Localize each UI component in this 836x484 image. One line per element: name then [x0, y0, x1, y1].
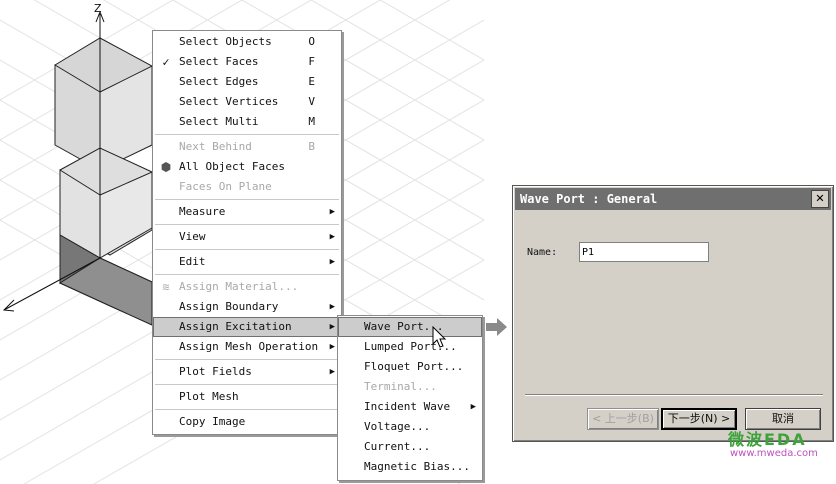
menu-item-label: Edit	[179, 255, 206, 268]
submenu-arrow-icon: ▶	[470, 402, 476, 412]
material-icon: ≋	[162, 280, 170, 294]
menu-item-select-faces[interactable]: ✓ Select Faces F	[153, 52, 341, 72]
next-button[interactable]: 下一步(N) >	[661, 408, 737, 430]
menu-item-shortcut: M	[308, 115, 315, 128]
menu-item-all-object-faces[interactable]: ⬢ All Object Faces	[153, 157, 341, 177]
menu-item-view[interactable]: View ▶	[153, 227, 341, 247]
menu-separator	[155, 274, 339, 275]
menu-item-shortcut: B	[308, 140, 315, 153]
menu-item-assign-mesh-operation[interactable]: Assign Mesh Operation ▶	[153, 337, 341, 357]
menu-item-assign-boundary[interactable]: Assign Boundary ▶	[153, 297, 341, 317]
menu-item-select-vertices[interactable]: Select Vertices V	[153, 92, 341, 112]
menu-item-label: Faces On Plane	[179, 180, 272, 193]
menu-separator	[155, 134, 339, 135]
menu-item-label: Assign Material...	[179, 280, 299, 293]
button-separator	[525, 394, 823, 396]
flow-arrow-icon	[486, 318, 507, 336]
submenu-arrow-icon: ▶	[329, 322, 335, 332]
menu-separator	[155, 409, 339, 410]
menu-item-label: View	[179, 230, 206, 243]
menu-item-plot-fields[interactable]: Plot Fields ▶	[153, 362, 341, 382]
submenu-arrow-icon: ▶	[329, 367, 335, 377]
menu-item-measure[interactable]: Measure ▶	[153, 202, 341, 222]
watermark-url: www.mweda.com	[730, 448, 818, 459]
back-button[interactable]: < 上一步(B)	[587, 408, 659, 430]
menu-item-copy-image[interactable]: Copy Image	[153, 412, 341, 432]
submenu-arrow-icon: ▶	[329, 342, 335, 352]
menu-item-label: Select Edges	[179, 75, 259, 88]
menu-item-label: Next Behind	[179, 140, 252, 153]
cube-icon: ⬢	[160, 160, 172, 174]
menu-separator	[155, 384, 339, 385]
menu-item-shortcut: V	[308, 95, 315, 108]
menu-item-label: Select Objects	[179, 35, 272, 48]
menu-item-label: Assign Boundary	[179, 300, 279, 313]
wave-port-dialog: Wave Port : General ✕ Name: < 上一步(B) 下一步…	[512, 185, 834, 442]
submenu-arrow-icon: ▶	[329, 257, 335, 267]
menu-item-assign-material: ≋ Assign Material...	[153, 277, 341, 297]
submenu-arrow-icon: ▶	[329, 207, 335, 217]
close-icon: ✕	[815, 190, 825, 206]
menu-item-label: Copy Image	[179, 415, 246, 428]
menu-item-shortcut: F	[308, 55, 315, 68]
menu-item-lumped-port[interactable]: Lumped Port...	[338, 337, 482, 357]
menu-item-label: Current...	[364, 440, 431, 453]
menu-separator	[155, 224, 339, 225]
menu-item-edit[interactable]: Edit ▶	[153, 252, 341, 272]
menu-item-floquet-port[interactable]: Floquet Port...	[338, 357, 482, 377]
dialog-title: Wave Port : General	[520, 192, 658, 206]
excitation-submenu: Wave Port... Lumped Port... Floquet Port..…	[337, 315, 483, 481]
menu-item-label: Plot Fields	[179, 365, 252, 378]
model-box[interactable]	[54, 37, 153, 326]
menu-item-label: Select Faces	[179, 55, 259, 68]
menu-item-label: Measure	[179, 205, 226, 218]
menu-item-terminal: Terminal...	[338, 377, 482, 397]
submenu-arrow-icon: ▶	[329, 232, 335, 242]
menu-item-shortcut: E	[308, 75, 315, 88]
name-input[interactable]	[579, 242, 709, 262]
menu-item-magnetic-bias[interactable]: Magnetic Bias...	[338, 457, 482, 477]
context-menu: Select Objects O ✓ Select Faces F Select Edge…	[152, 30, 342, 435]
menu-item-faces-on-plane: Faces On Plane	[153, 177, 341, 197]
menu-item-label: Terminal...	[364, 380, 437, 393]
menu-item-incident-wave[interactable]: Incident Wave ▶	[338, 397, 482, 417]
menu-item-label: Floquet Port...	[364, 360, 464, 373]
menu-separator	[155, 359, 339, 360]
menu-item-label: Assign Excitation	[179, 320, 292, 333]
menu-item-label: Voltage...	[364, 420, 431, 433]
menu-item-label: All Object Faces	[179, 160, 285, 173]
menu-item-next-behind: Next Behind B	[153, 137, 341, 157]
menu-item-current[interactable]: Current...	[338, 437, 482, 457]
z-axis-label: Z	[94, 2, 102, 15]
menu-item-label: Magnetic Bias...	[364, 460, 470, 473]
menu-item-wave-port[interactable]: Wave Port...	[338, 317, 482, 337]
menu-separator	[155, 199, 339, 200]
checkmark-icon: ✓	[162, 55, 170, 69]
mouse-cursor-icon	[432, 326, 447, 348]
menu-item-label: Assign Mesh Operation	[179, 340, 319, 353]
dialog-titlebar[interactable]: Wave Port : General ✕	[515, 188, 831, 210]
menu-item-select-objects[interactable]: Select Objects O	[153, 32, 341, 52]
menu-item-label: Incident Wave	[364, 400, 451, 413]
menu-item-voltage[interactable]: Voltage...	[338, 417, 482, 437]
menu-item-select-edges[interactable]: Select Edges E	[153, 72, 341, 92]
menu-item-label: Select Multi	[179, 115, 259, 128]
menu-item-plot-mesh[interactable]: Plot Mesh	[153, 387, 341, 407]
menu-item-label: Plot Mesh	[179, 390, 239, 403]
menu-item-assign-excitation[interactable]: Assign Excitation ▶	[153, 317, 341, 337]
menu-separator	[155, 249, 339, 250]
watermark-logo: 微波EDA	[728, 430, 807, 449]
menu-item-shortcut: O	[308, 35, 315, 48]
submenu-arrow-icon: ▶	[329, 302, 335, 312]
menu-item-select-multi[interactable]: Select Multi M	[153, 112, 341, 132]
name-label: Name:	[527, 247, 558, 258]
close-button[interactable]: ✕	[811, 190, 829, 208]
menu-item-label: Select Vertices	[179, 95, 279, 108]
